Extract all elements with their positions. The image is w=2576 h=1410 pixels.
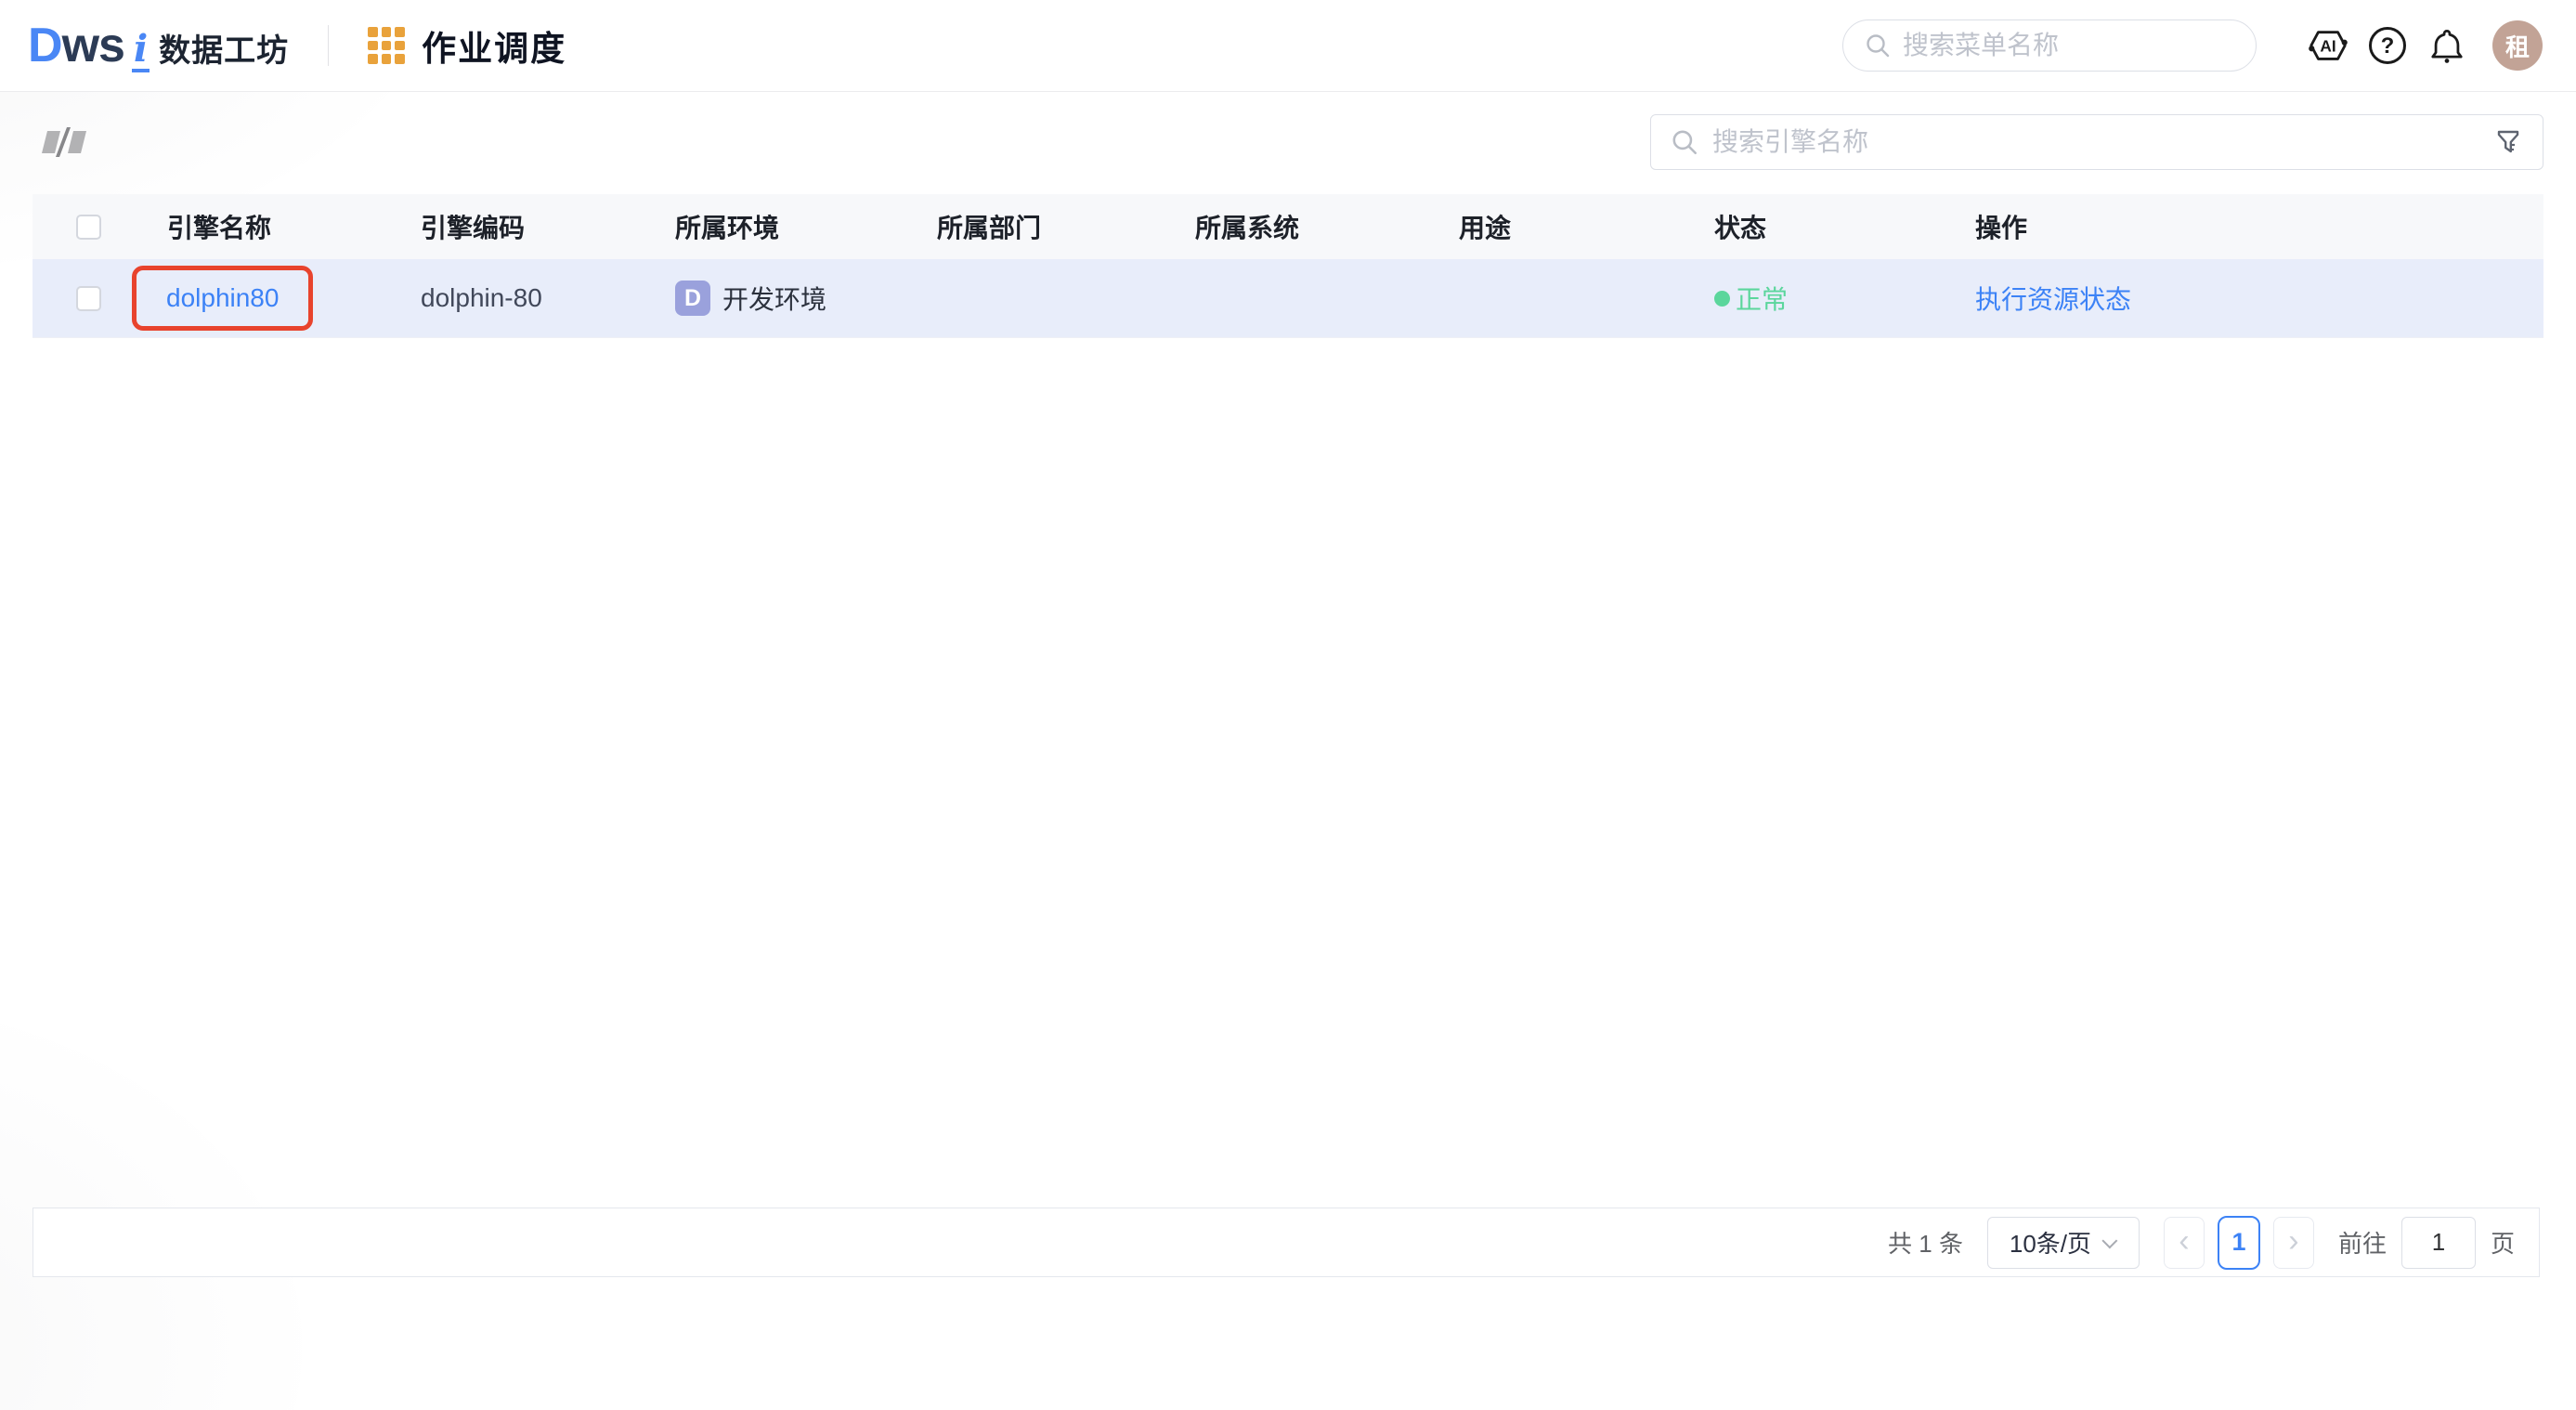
table-row[interactable]: dolphin80 dolphin-80 D 开发环境 正常 执行资源状态 — [33, 259, 2543, 338]
goto-page-group: 前往 页 — [2338, 1217, 2515, 1269]
module-switcher[interactable]: 作业调度 — [368, 20, 566, 71]
column-header-status: 状态 — [1691, 208, 1952, 245]
app-logo[interactable]: D ws i 数据工坊 — [28, 18, 289, 73]
logo-letter-d: D — [28, 18, 62, 73]
module-title: 作业调度 — [422, 20, 566, 71]
column-header-engine-name: 引擎名称 — [144, 208, 397, 245]
top-bar: D ws i 数据工坊 作业调度 AI ? — [0, 0, 2576, 92]
page-size-value: 10条/页 — [2010, 1225, 2091, 1260]
status-dot-icon — [1714, 291, 1730, 307]
table-header-row: 引擎名称 引擎编码 所属环境 所属部门 所属系统 用途 状态 操作 — [33, 194, 2543, 259]
menu-search-box[interactable] — [1842, 20, 2257, 72]
engine-name-cell: dolphin80 — [144, 266, 397, 331]
filter-funnel-icon[interactable] — [2492, 126, 2524, 158]
prev-page-button[interactable]: ‹ — [2164, 1217, 2205, 1269]
environment-cell: D 开发环境 — [652, 280, 914, 317]
menu-search-input[interactable] — [1903, 31, 2246, 60]
logo-letters-ws: ws — [62, 18, 124, 73]
environment-badge: D — [675, 281, 710, 316]
logo-letter-i: i — [132, 31, 150, 72]
page-size-dropdown[interactable]: 10条/页 — [1987, 1217, 2140, 1269]
engine-table: 引擎名称 引擎编码 所属环境 所属部门 所属系统 用途 状态 操作 dolphi… — [33, 194, 2543, 338]
row-checkbox[interactable] — [76, 286, 101, 311]
header-checkbox-cell — [33, 215, 144, 240]
help-icon[interactable]: ? — [2366, 24, 2409, 67]
column-header-actions: 操作 — [1952, 208, 2543, 245]
page-toolbar — [0, 92, 2576, 170]
avatar-label: 租 — [2505, 29, 2530, 63]
collapse-sidebar-icon[interactable] — [39, 122, 89, 163]
column-header-engine-code: 引擎编码 — [397, 208, 652, 245]
column-header-environment: 所属环境 — [652, 208, 914, 245]
goto-page-input[interactable] — [2401, 1217, 2476, 1269]
engine-code-cell: dolphin-80 — [397, 283, 652, 313]
chevron-down-icon — [2101, 1233, 2117, 1248]
select-all-checkbox[interactable] — [76, 215, 101, 240]
column-header-purpose: 用途 — [1436, 208, 1691, 245]
column-header-department: 所属部门 — [914, 208, 1172, 245]
user-avatar[interactable]: 租 — [2492, 20, 2543, 71]
status-badge: 正常 — [1714, 280, 1788, 317]
goto-label: 前往 — [2338, 1225, 2387, 1260]
engine-search-input[interactable] — [1712, 127, 2479, 157]
engine-search-box[interactable] — [1650, 114, 2543, 170]
module-grid-icon — [368, 27, 405, 64]
topbar-icon-group: AI ? 租 — [2307, 20, 2543, 71]
page-1-button[interactable]: 1 — [2218, 1216, 2260, 1270]
svg-text:?: ? — [2381, 33, 2395, 59]
engine-name-link[interactable]: dolphin80 — [166, 283, 279, 313]
notification-bell-icon[interactable] — [2426, 24, 2468, 67]
page-unit-label: 页 — [2491, 1225, 2515, 1260]
search-icon — [1670, 127, 1699, 157]
status-label: 正常 — [1736, 280, 1788, 317]
svg-text:AI: AI — [2320, 37, 2335, 56]
ai-assistant-icon[interactable]: AI — [2307, 24, 2349, 67]
brand-name: 数据工坊 — [159, 25, 289, 71]
environment-label: 开发环境 — [722, 280, 826, 317]
annotation-highlight-box: dolphin80 — [132, 266, 313, 331]
topbar-divider — [328, 25, 329, 66]
pager: ‹ 1 › — [2164, 1216, 2314, 1270]
row-checkbox-cell — [33, 286, 144, 311]
pagination-bar: 共 1 条 10条/页 ‹ 1 › 前往 页 — [33, 1208, 2540, 1277]
total-count-label: 共 1 条 — [1888, 1225, 1963, 1260]
next-page-button[interactable]: › — [2273, 1217, 2314, 1269]
status-cell: 正常 — [1691, 280, 1952, 317]
actions-cell: 执行资源状态 — [1952, 280, 2543, 317]
search-icon — [1864, 32, 1892, 59]
execution-resource-status-link[interactable]: 执行资源状态 — [1975, 280, 2131, 317]
column-header-system: 所属系统 — [1172, 208, 1436, 245]
